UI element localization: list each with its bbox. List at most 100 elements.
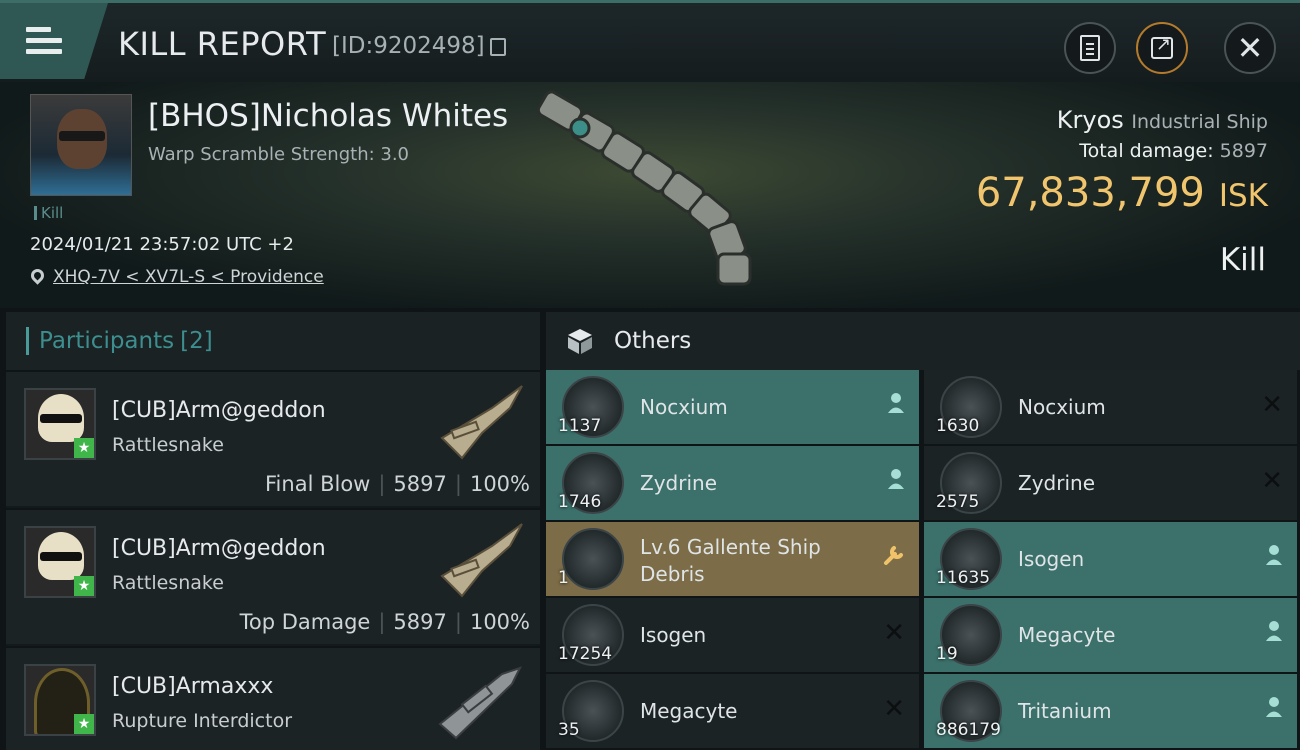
kill-location-link[interactable]: XHQ-7V < XV7L-S < Providence xyxy=(53,267,324,287)
star-icon: ★ xyxy=(74,438,94,458)
star-icon: ★ xyxy=(74,714,94,734)
victim-avatar[interactable] xyxy=(30,94,132,196)
isk-value: 67,833,799 ISK xyxy=(976,170,1268,216)
person-icon[interactable] xyxy=(887,468,905,495)
person-icon[interactable] xyxy=(1265,696,1283,723)
others-label: Others xyxy=(614,328,692,354)
report-id: [ID:9202498] xyxy=(332,33,485,59)
participant-ship: Rattlesnake xyxy=(112,572,224,594)
item-name: Tritanium xyxy=(1018,699,1112,723)
victim-panel: [BHOS]Nicholas Whites Warp Scramble Stre… xyxy=(0,82,1300,308)
cross-icon[interactable]: ✕ xyxy=(1261,392,1283,418)
loot-item[interactable]: 19 Megacyte xyxy=(924,598,1297,672)
participant-stats: Final Blow | 5897 | 100% xyxy=(265,472,530,496)
item-name: Zydrine xyxy=(640,471,717,495)
close-icon: ✕ xyxy=(1236,29,1264,67)
clipboard-icon xyxy=(1080,35,1100,61)
item-quantity: 11635 xyxy=(936,568,991,588)
item-name: Megacyte xyxy=(1018,623,1116,647)
participant-ship: Rattlesnake xyxy=(112,434,224,456)
item-quantity: 1630 xyxy=(936,416,980,436)
victim-ship-type[interactable]: Kryos Industrial Ship xyxy=(1057,106,1268,134)
title-bar: KILL REPORT [ID:9202498] ✕ xyxy=(0,0,1300,82)
item-quantity: 17254 xyxy=(558,644,613,664)
person-icon[interactable] xyxy=(887,392,905,419)
item-quantity: 886179 xyxy=(936,720,1001,740)
cross-icon[interactable]: ✕ xyxy=(883,696,905,722)
cube-icon xyxy=(568,329,592,354)
participant-row[interactable]: ★ [CUB]Arm@geddon Rattlesnake Final Blow… xyxy=(6,370,540,506)
share-button[interactable] xyxy=(1136,22,1188,74)
participant-name: [CUB]Arm@geddon xyxy=(112,536,326,561)
loot-item[interactable]: 1746 Zydrine xyxy=(546,446,919,520)
loot-item[interactable]: 17254 Isogen ✕ xyxy=(546,598,919,672)
person-icon[interactable] xyxy=(1265,620,1283,647)
star-icon: ★ xyxy=(74,576,94,596)
person-icon[interactable] xyxy=(1265,544,1283,571)
kill-datetime: 2024/01/21 23:57:02 UTC +2 xyxy=(30,234,294,255)
item-name: Lv.6 Gallente Ship Debris xyxy=(640,535,821,586)
close-button[interactable]: ✕ xyxy=(1224,22,1276,74)
participant-percent: 100% xyxy=(469,472,530,496)
participant-ship-image xyxy=(440,523,523,598)
isk-unit: ISK xyxy=(1218,178,1268,214)
item-quantity: 35 xyxy=(558,720,580,740)
item-name: Megacyte xyxy=(640,699,738,723)
participant-avatar[interactable]: ★ xyxy=(24,388,96,460)
kill-tag: Kill xyxy=(34,206,63,221)
others-header: Others xyxy=(546,312,1300,370)
participant-percent: 100% xyxy=(469,610,530,634)
loot-item[interactable]: 2575 Zydrine ✕ xyxy=(924,446,1297,520)
item-name: Isogen xyxy=(640,623,707,647)
page-title: KILL REPORT xyxy=(118,25,327,63)
ship-class: Industrial Ship xyxy=(1131,111,1268,133)
participants-label: Participants xyxy=(39,328,175,354)
total-damage-label: Total damage: xyxy=(1079,140,1214,162)
loot-item[interactable]: 1137 Nocxium xyxy=(546,370,919,444)
share-icon xyxy=(1151,34,1173,59)
participant-damage: 5897 xyxy=(393,472,447,496)
item-quantity: 2575 xyxy=(936,492,980,512)
participant-row[interactable]: ★ [CUB]Armaxxx Rupture Interdictor xyxy=(6,646,540,750)
participant-avatar[interactable]: ★ xyxy=(24,526,96,598)
cross-icon[interactable]: ✕ xyxy=(1261,468,1283,494)
location-pin-icon xyxy=(28,266,47,285)
cross-icon[interactable]: ✕ xyxy=(883,620,905,646)
participants-panel: Participants [2] ★ [CUB]Arm@geddon Rattl… xyxy=(6,312,540,750)
victim-name[interactable]: [BHOS]Nicholas Whites xyxy=(148,98,508,134)
loot-item[interactable]: 1 Lv.6 Gallente Ship Debris xyxy=(546,522,919,596)
participant-ship-image xyxy=(440,385,523,460)
total-damage-value: 5897 xyxy=(1219,140,1268,162)
isk-amount: 67,833,799 xyxy=(975,170,1205,216)
total-damage: Total damage: 5897 xyxy=(1079,140,1268,162)
item-name: Nocxium xyxy=(640,395,728,419)
clipboard-button[interactable] xyxy=(1064,22,1116,74)
loot-item[interactable]: 886179 Tritanium xyxy=(924,674,1297,748)
victim-ship-image[interactable] xyxy=(520,86,800,306)
item-name: Nocxium xyxy=(1018,395,1106,419)
participants-count: [2] xyxy=(180,328,213,354)
loot-item[interactable]: 35 Megacyte ✕ xyxy=(546,674,919,748)
copy-icon[interactable] xyxy=(490,38,506,56)
item-icon xyxy=(562,528,624,590)
participant-name: [CUB]Arm@geddon xyxy=(112,398,326,423)
participant-row[interactable]: ★ [CUB]Arm@geddon Rattlesnake Top Damage… xyxy=(6,508,540,644)
loot-item[interactable]: 1630 Nocxium ✕ xyxy=(924,370,1297,444)
participant-damage: 5897 xyxy=(393,610,447,634)
item-quantity: 1 xyxy=(558,568,569,588)
ship-name: Kryos xyxy=(1056,106,1124,134)
participant-avatar[interactable]: ★ xyxy=(24,664,96,736)
hamburger-menu-icon xyxy=(26,27,62,55)
participant-name: [CUB]Armaxxx xyxy=(112,674,274,699)
item-name: Zydrine xyxy=(1018,471,1095,495)
participant-role: Top Damage xyxy=(239,610,371,634)
participant-stats: Top Damage | 5897 | 100% xyxy=(239,610,530,634)
item-quantity: 1137 xyxy=(558,416,602,436)
participant-role: Final Blow xyxy=(265,472,371,496)
warp-scramble-strength: Warp Scramble Strength: 3.0 xyxy=(148,144,410,165)
loot-item[interactable]: 11635 Isogen xyxy=(924,522,1297,596)
menu-button[interactable] xyxy=(0,3,108,79)
wrench-icon[interactable] xyxy=(883,544,905,571)
participants-header: Participants [2] xyxy=(6,312,540,370)
item-name: Isogen xyxy=(1018,547,1085,571)
